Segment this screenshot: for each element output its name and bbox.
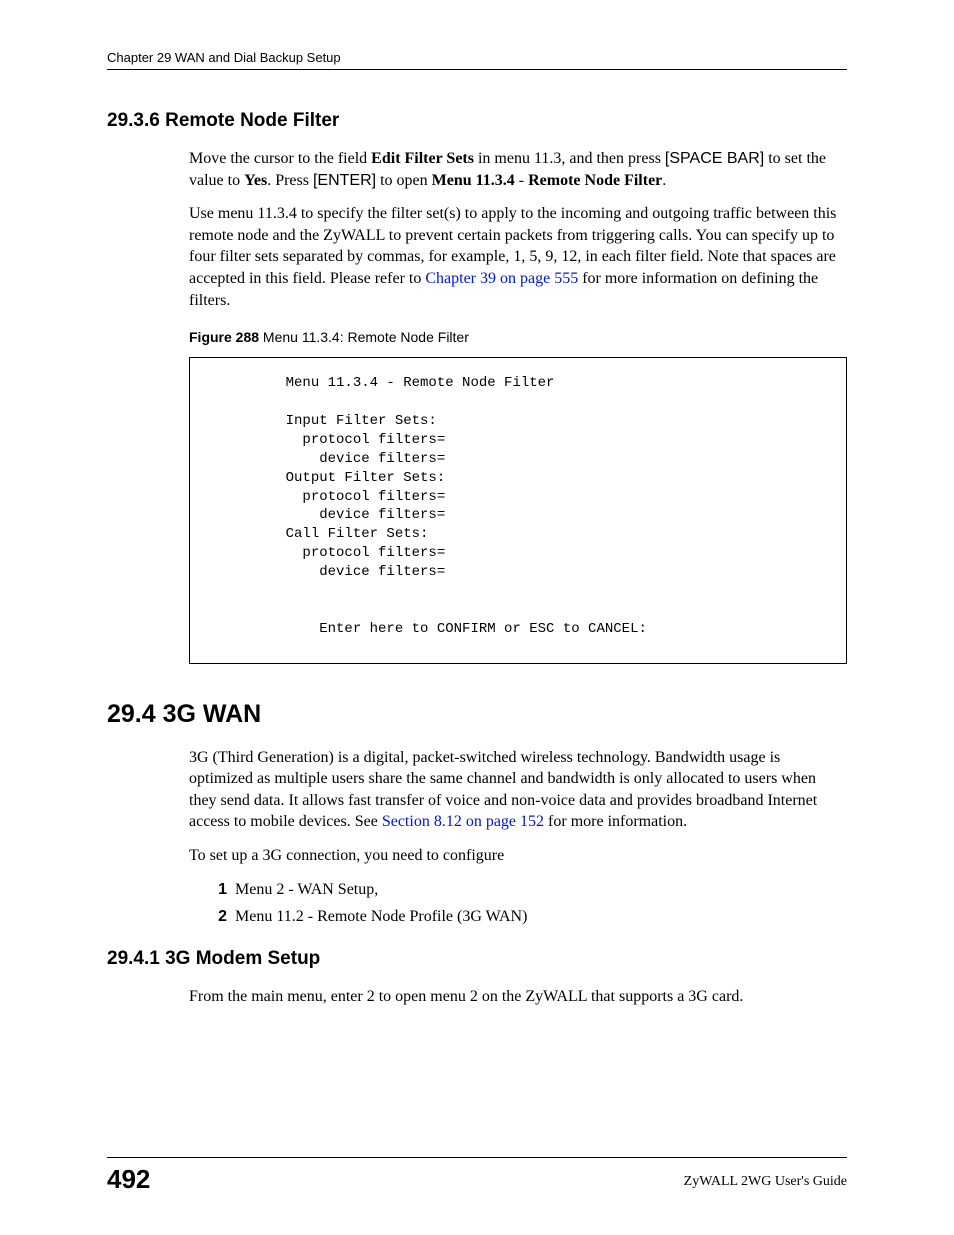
text: to open bbox=[376, 172, 432, 189]
cross-ref-link[interactable]: Chapter 39 on page 555 bbox=[425, 270, 578, 287]
paragraph-294-1: 3G (Third Generation) is a digital, pack… bbox=[189, 747, 847, 833]
text-bold: Remote Node Filter bbox=[528, 172, 662, 189]
text: for more information. bbox=[544, 813, 687, 830]
paragraph-294-2: To set up a 3G connection, you need to c… bbox=[189, 845, 847, 867]
figure-288-code: Menu 11.3.4 - Remote Node Filter Input F… bbox=[189, 357, 847, 663]
heading-29-4-1: 29.4.1 3G Modem Setup bbox=[107, 948, 847, 970]
page-footer: 492 ZyWALL 2WG User's Guide bbox=[107, 1157, 847, 1195]
keycap: [SPACE BAR] bbox=[665, 150, 764, 167]
text-bold: Edit Filter Sets bbox=[371, 150, 474, 167]
text: . Press bbox=[267, 172, 313, 189]
heading-29-4: 29.4 3G WAN bbox=[107, 700, 847, 729]
cross-ref-link[interactable]: Section 8.12 on page 152 bbox=[382, 813, 544, 830]
text: Move the cursor to the field bbox=[189, 150, 371, 167]
text: in menu 11.3, and then press bbox=[474, 150, 665, 167]
step-item: Menu 2 - WAN Setup, bbox=[207, 879, 847, 901]
figure-label: Figure 288 bbox=[189, 329, 259, 345]
text-bold: Yes bbox=[244, 172, 267, 189]
steps-list: Menu 2 - WAN Setup, Menu 11.2 - Remote N… bbox=[207, 879, 847, 928]
document-page: Chapter 29 WAN and Dial Backup Setup 29.… bbox=[0, 0, 954, 1235]
text: - bbox=[515, 172, 528, 189]
page-number: 492 bbox=[107, 1164, 150, 1195]
text-bold: Menu 11.3.4 bbox=[432, 172, 515, 189]
paragraph-2936-1: Move the cursor to the field Edit Filter… bbox=[189, 148, 847, 191]
text: . bbox=[662, 172, 666, 189]
paragraph-2941-1: From the main menu, enter 2 to open menu… bbox=[189, 986, 847, 1008]
chapter-line: Chapter 29 WAN and Dial Backup Setup bbox=[107, 50, 341, 65]
page-header: Chapter 29 WAN and Dial Backup Setup bbox=[107, 50, 847, 70]
paragraph-2936-2: Use menu 11.3.4 to specify the filter se… bbox=[189, 203, 847, 311]
figure-title: Menu 11.3.4: Remote Node Filter bbox=[259, 329, 469, 345]
guide-name: ZyWALL 2WG User's Guide bbox=[684, 1174, 847, 1190]
heading-29-3-6: 29.3.6 Remote Node Filter bbox=[107, 110, 847, 132]
step-item: Menu 11.2 - Remote Node Profile (3G WAN) bbox=[207, 906, 847, 928]
keycap: [ENTER] bbox=[313, 172, 376, 189]
figure-288-caption: Figure 288 Menu 11.3.4: Remote Node Filt… bbox=[189, 329, 847, 345]
